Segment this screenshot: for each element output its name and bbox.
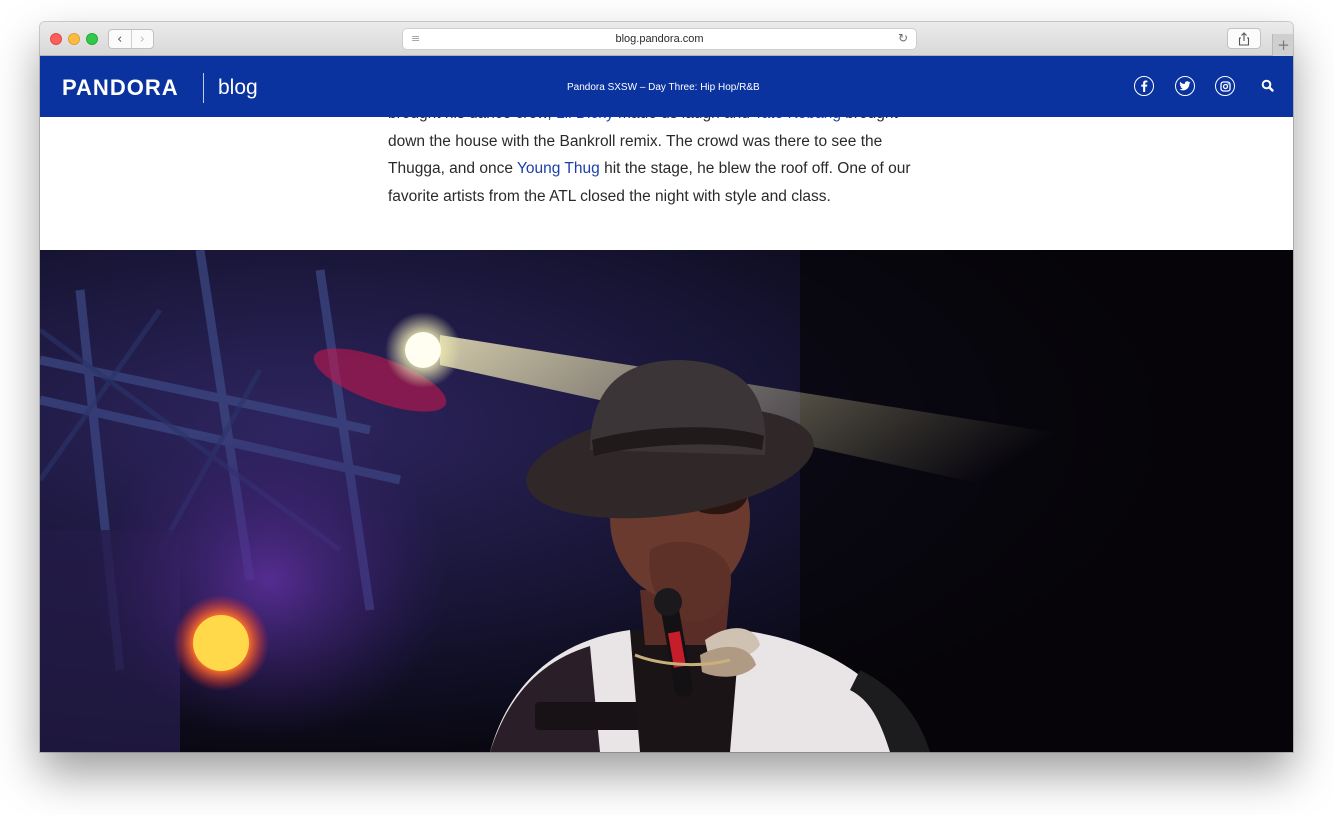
article-line: favorite artists from the ATL closed the… (388, 188, 831, 206)
instagram-icon[interactable] (1215, 76, 1235, 96)
concert-photo (40, 250, 1293, 752)
zoom-window-button[interactable] (86, 33, 98, 45)
article-line: down the house with the Bankroll remix. … (388, 132, 883, 150)
share-icon (1238, 31, 1250, 46)
logo-divider (203, 73, 204, 103)
forward-button[interactable]: › (130, 30, 154, 48)
twitter-icon[interactable] (1175, 76, 1195, 96)
minimize-window-button[interactable] (68, 33, 80, 45)
facebook-icon[interactable] (1134, 76, 1154, 96)
back-button[interactable]: ‹ (109, 30, 131, 48)
pandora-logo[interactable]: PANDORA (62, 75, 179, 101)
blog-label[interactable]: blog (218, 76, 258, 100)
article-line: hit the stage, he blew the roof off. One… (599, 160, 911, 178)
search-icon[interactable] (1260, 78, 1276, 94)
reload-icon[interactable]: ↻ (898, 31, 908, 45)
new-tab-button[interactable]: + (1272, 34, 1293, 56)
address-bar[interactable]: ≡ blog.pandora.com ↻ (402, 28, 917, 50)
post-title: Pandora SXSW – Day Three: Hip Hop/R&B (567, 82, 760, 93)
share-button[interactable] (1227, 28, 1261, 49)
site-header: PANDORA blog Pandora SXSW – Day Three: H… (40, 56, 1293, 117)
browser-window: ‹ › ≡ blog.pandora.com ↻ + PANDORA blog … (40, 22, 1293, 752)
browser-toolbar: ‹ › ≡ blog.pandora.com ↻ + (40, 22, 1293, 56)
navigation-buttons: ‹ › (108, 29, 154, 49)
performer-on-stage-image (40, 250, 1293, 752)
link-young-thug[interactable]: Young Thug (517, 160, 600, 177)
url-text[interactable]: blog.pandora.com (403, 33, 916, 45)
article-line: Thugga, and once (388, 160, 517, 178)
close-window-button[interactable] (50, 33, 62, 45)
